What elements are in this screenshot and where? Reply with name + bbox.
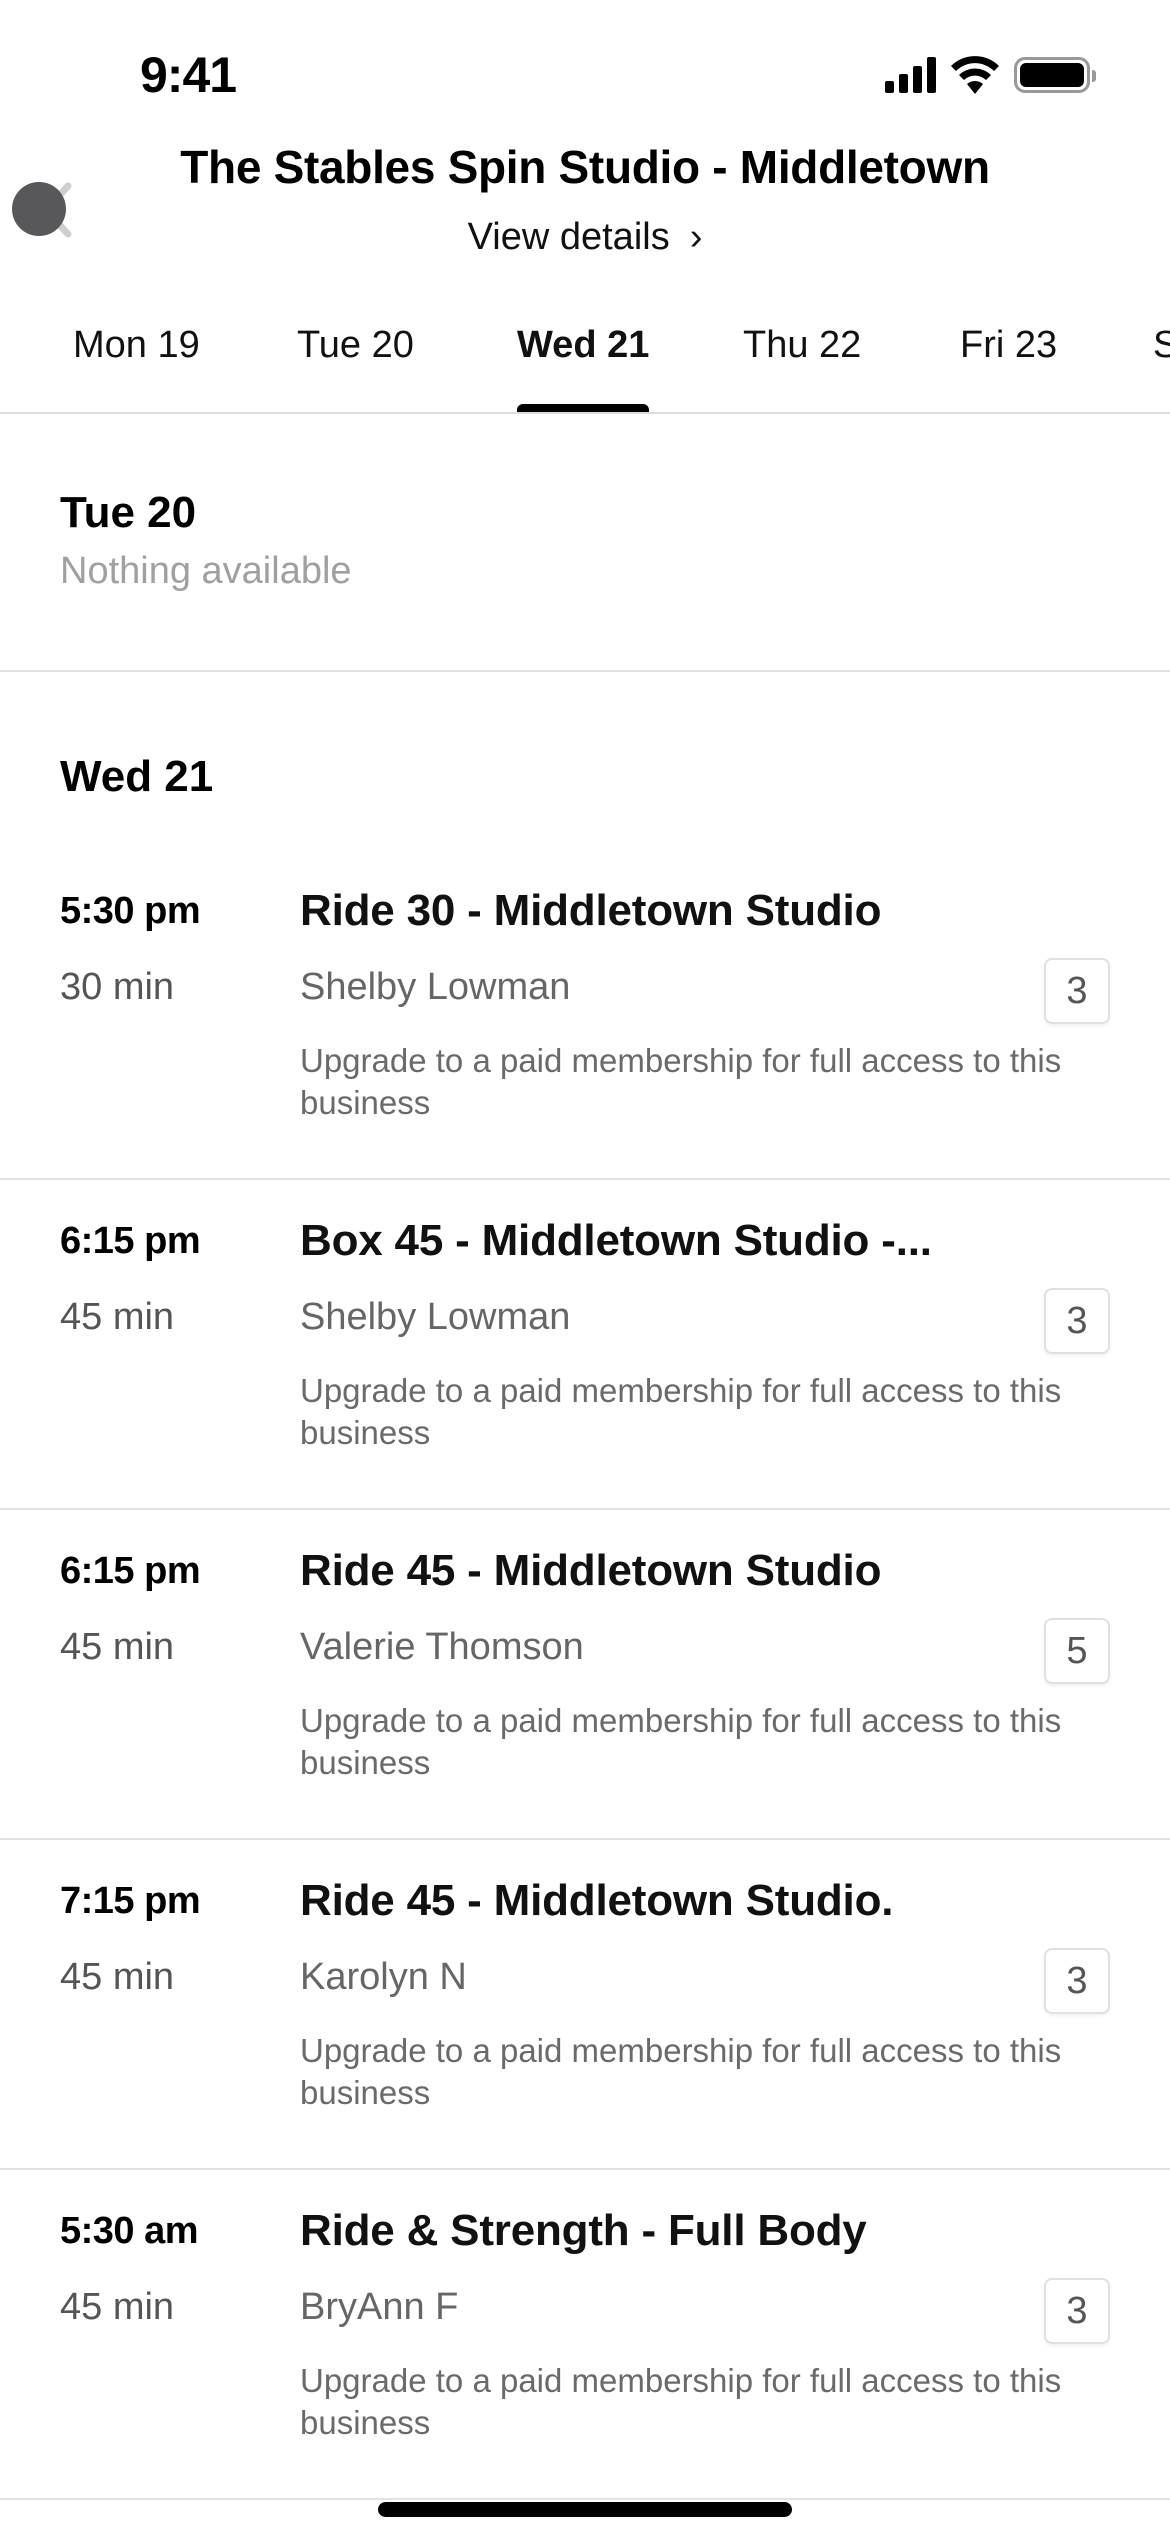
class-duration: 45 min bbox=[60, 1296, 175, 1338]
class-time: 5:30 pm bbox=[60, 890, 201, 932]
class-time: 7:15 pm bbox=[60, 1880, 201, 1922]
class-row[interactable]: 6:15 pm 45 min Ride 45 - Middletown Stud… bbox=[0, 1510, 1170, 1840]
home-indicator[interactable] bbox=[378, 2502, 792, 2517]
chevron-right-icon: › bbox=[689, 216, 703, 258]
class-instructor: Shelby Lowman bbox=[300, 966, 571, 1008]
tab-sat-24[interactable]: Sat 24 bbox=[1153, 324, 1170, 412]
class-duration: 45 min bbox=[60, 2286, 175, 2328]
empty-message: Nothing available bbox=[60, 550, 352, 592]
tab-fri-23[interactable]: Fri 23 bbox=[960, 324, 1057, 412]
class-row[interactable]: 6:15 pm 45 min Box 45 - Middletown Studi… bbox=[0, 1180, 1170, 1510]
class-instructor: Shelby Lowman bbox=[300, 1296, 571, 1338]
spots-badge: 3 bbox=[1044, 1948, 1110, 2014]
spots-badge: 3 bbox=[1044, 2278, 1110, 2344]
class-row[interactable]: 5:30 pm 30 min Ride 30 - Middletown Stud… bbox=[0, 850, 1170, 1180]
section-tue-20: Tue 20 Nothing available bbox=[0, 414, 1170, 672]
signal-icon bbox=[885, 57, 936, 93]
class-row[interactable]: 5:30 am 45 min Ride & Strength - Full Bo… bbox=[0, 2170, 1170, 2500]
class-duration: 45 min bbox=[60, 1956, 175, 1998]
section-heading: Wed 21 bbox=[60, 752, 214, 801]
battery-icon bbox=[1014, 57, 1096, 93]
class-title: Ride & Strength - Full Body bbox=[300, 2206, 867, 2255]
class-title: Ride 30 - Middletown Studio bbox=[300, 886, 882, 935]
class-title: Ride 45 - Middletown Studio bbox=[300, 1546, 882, 1595]
class-duration: 45 min bbox=[60, 1626, 175, 1668]
upgrade-note: Upgrade to a paid membership for full ac… bbox=[300, 1702, 1062, 1781]
upgrade-note: Upgrade to a paid membership for full ac… bbox=[300, 2362, 1062, 2441]
upgrade-note: Upgrade to a paid membership for full ac… bbox=[300, 2032, 1062, 2111]
class-row[interactable]: 7:15 pm 45 min Ride 45 - Middletown Stud… bbox=[0, 1840, 1170, 2170]
spots-badge: 5 bbox=[1044, 1618, 1110, 1684]
section-heading: Tue 20 bbox=[60, 488, 197, 537]
spots-badge: 3 bbox=[1044, 958, 1110, 1024]
class-title: Box 45 - Middletown Studio -... bbox=[300, 1216, 932, 1265]
day-tabs: Mon 19 Tue 20 Wed 21 Thu 22 Fri 23 Sat 2… bbox=[0, 310, 1170, 414]
wifi-icon bbox=[951, 56, 999, 94]
class-instructor: Valerie Thomson bbox=[300, 1626, 584, 1668]
status-time: 9:41 bbox=[140, 47, 237, 103]
class-instructor: BryAnn F bbox=[300, 2286, 459, 2328]
tab-tue-20[interactable]: Tue 20 bbox=[297, 324, 414, 412]
class-instructor: Karolyn N bbox=[300, 1956, 467, 1998]
class-time: 6:15 pm bbox=[60, 1550, 201, 1592]
spots-badge: 3 bbox=[1044, 1288, 1110, 1354]
upgrade-note: Upgrade to a paid membership for full ac… bbox=[300, 1042, 1062, 1121]
view-details-label: View details bbox=[467, 216, 670, 258]
class-time: 5:30 am bbox=[60, 2210, 199, 2252]
status-bar: 9:41 bbox=[0, 0, 1170, 140]
upgrade-note: Upgrade to a paid membership for full ac… bbox=[300, 1372, 1062, 1451]
class-time: 6:15 pm bbox=[60, 1220, 201, 1262]
status-icons bbox=[885, 56, 1096, 94]
tab-mon-19[interactable]: Mon 19 bbox=[73, 324, 200, 412]
view-details-link[interactable]: View details › bbox=[0, 216, 1170, 259]
tab-thu-22[interactable]: Thu 22 bbox=[743, 324, 861, 412]
class-duration: 30 min bbox=[60, 966, 175, 1008]
tab-wed-21[interactable]: Wed 21 bbox=[517, 324, 650, 412]
class-title: Ride 45 - Middletown Studio. bbox=[300, 1876, 894, 1925]
venue-title: The Stables Spin Studio - Middletown bbox=[180, 141, 990, 193]
